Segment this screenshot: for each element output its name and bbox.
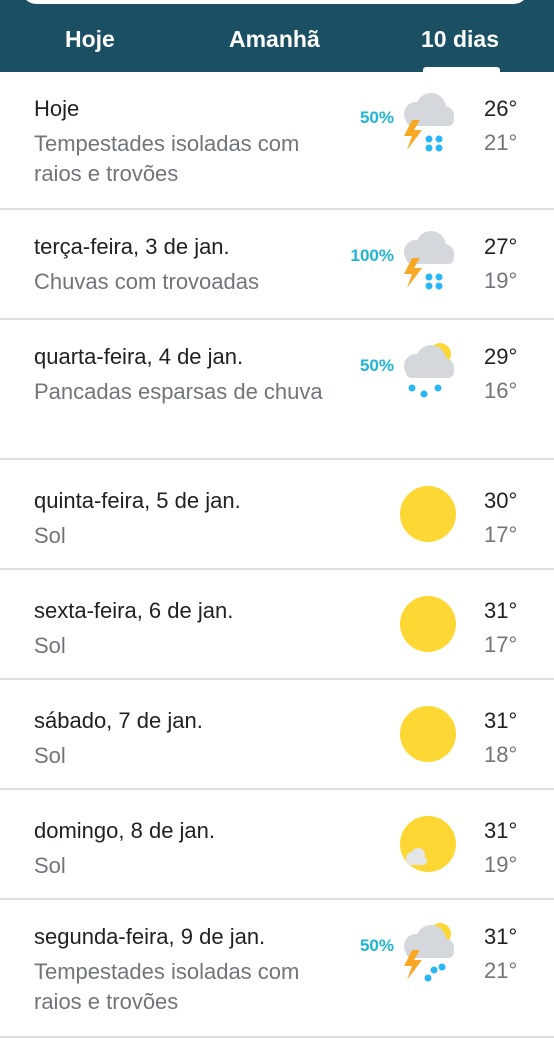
forecast-date: sexta-feira, 6 de jan. (34, 598, 234, 623)
sun-icon (398, 704, 458, 769)
forecast-row[interactable]: segunda-feira, 9 de jan. Tempestades isol… (0, 900, 554, 1038)
forecast-date: terça-feira, 3 de jan. (34, 234, 230, 259)
forecast-condition: Chuvas com trovoadas (34, 269, 259, 294)
thunderstorm-icon (398, 228, 458, 297)
search-bar[interactable] (22, 0, 528, 4)
low-temp: 19° (484, 852, 518, 877)
isolated-thunderstorm-icon (398, 920, 458, 989)
high-temp: 31° (484, 924, 518, 949)
forecast-condition: Sol (34, 853, 66, 878)
forecast-date: segunda-feira, 9 de jan. (34, 924, 266, 949)
forecast-row[interactable]: quinta-feira, 5 de jan. Sol 30° 17° (0, 460, 554, 570)
forecast-list: Hoje Tempestades isoladas com raios e tro… (0, 72, 554, 1038)
low-temp: 21° (484, 130, 518, 155)
forecast-row[interactable]: domingo, 8 de jan. Sol 31° 19° (0, 790, 554, 900)
low-temp: 17° (484, 522, 518, 547)
sun-icon (398, 594, 458, 659)
low-temp: 18° (484, 742, 518, 767)
low-temp: 19° (484, 268, 518, 293)
high-temp: 31° (484, 598, 518, 623)
tab-10-days[interactable]: 10 dias (421, 26, 499, 52)
high-temp: 26° (484, 96, 518, 121)
tab-today[interactable]: Hoje (65, 26, 115, 52)
mostly-sunny-icon (398, 814, 458, 879)
forecast-condition: Sol (34, 633, 66, 658)
forecast-condition: Sol (34, 523, 66, 548)
precip-chance: 50% (359, 108, 394, 127)
forecast-date: quarta-feira, 4 de jan. (34, 344, 244, 369)
forecast-condition: Tempestades isoladas com raios e trovões (34, 959, 300, 1014)
forecast-date: Hoje (34, 96, 80, 121)
tab-tomorrow[interactable]: Amanhã (229, 26, 320, 52)
forecast-row[interactable]: Hoje Tempestades isoladas com raios e tro… (0, 72, 554, 210)
high-temp: 31° (484, 818, 518, 843)
forecast-row[interactable]: quarta-feira, 4 de jan. Pancadas esparsas… (0, 320, 554, 460)
high-temp: 30° (484, 488, 518, 513)
precip-chance: 50% (359, 356, 394, 375)
low-temp: 17° (484, 632, 518, 657)
app-header: Hoje Amanhã 10 dias (0, 0, 554, 72)
low-temp: 21° (484, 958, 518, 983)
forecast-condition: Sol (34, 743, 66, 768)
sun-icon (398, 484, 458, 549)
high-temp: 27° (484, 234, 518, 259)
forecast-date: quinta-feira, 5 de jan. (34, 488, 241, 513)
forecast-row[interactable]: sexta-feira, 6 de jan. Sol 31° 17° (0, 570, 554, 680)
scattered-showers-icon (398, 340, 458, 409)
forecast-condition: Pancadas esparsas de chuva (34, 379, 323, 404)
forecast-row[interactable]: terça-feira, 3 de jan. Chuvas com trovoad… (0, 210, 554, 320)
forecast-date: domingo, 8 de jan. (34, 818, 216, 843)
precip-chance: 100% (350, 246, 394, 265)
high-temp: 31° (484, 708, 518, 733)
high-temp: 29° (484, 344, 518, 369)
forecast-date: sábado, 7 de jan. (34, 708, 203, 733)
precip-chance: 50% (359, 936, 394, 955)
forecast-condition: Tempestades isoladas com raios e trovões (34, 131, 300, 186)
forecast-row[interactable]: sábado, 7 de jan. Sol 31° 18° (0, 680, 554, 790)
thunderstorm-icon (398, 90, 458, 159)
low-temp: 16° (484, 378, 518, 403)
